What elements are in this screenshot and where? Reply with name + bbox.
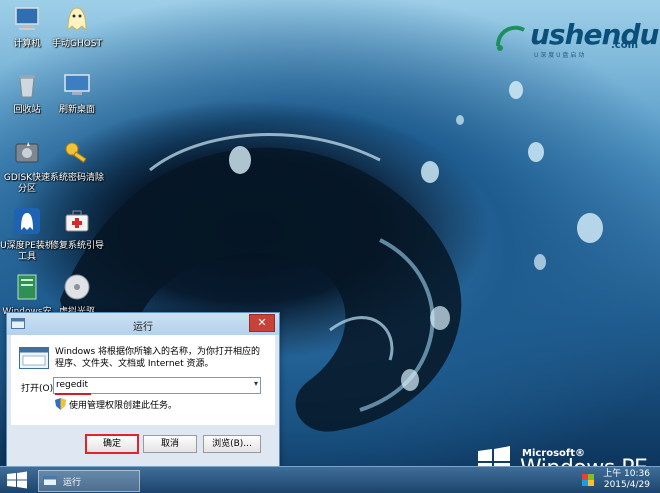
- browse-button[interactable]: 浏览(B)...: [203, 435, 261, 453]
- admin-note: 使用管理权限创建此任务。: [69, 401, 178, 411]
- desktop-icon-refresh-desktop[interactable]: 刷新桌面: [50, 70, 104, 116]
- desktop-icon-label: GDISK快速分区: [3, 173, 51, 194]
- computer-icon: [15, 7, 39, 30]
- optical-disc-icon: [64, 274, 90, 300]
- dialog-titlebar[interactable]: 运行 ✕: [7, 313, 279, 335]
- logo-wordmark: ushendu: [530, 18, 659, 51]
- run-window-icon: [43, 476, 57, 486]
- monitor-icon: [64, 74, 90, 95]
- windows-pe-brand: Microsoft® Windows PE: [476, 446, 656, 466]
- open-label: 打开(O):: [21, 384, 57, 394]
- desktop-icon-label: U深度PE装机工具: [0, 241, 54, 262]
- disk-tool-icon: [15, 142, 39, 163]
- desktop-icon-repair-boot[interactable]: 修复系统引导: [50, 206, 104, 252]
- desktop-icon-label: 修复系统引导: [50, 241, 105, 251]
- desktop-icon-pe-installer[interactable]: U深度PE装机工具: [0, 206, 54, 263]
- desktop-icon-label: 回收站: [13, 105, 41, 115]
- dialog-body: Windows 将根据你所输入的名称，为你打开相应的程序、文件夹、文档或 Int…: [11, 335, 275, 425]
- taskbar-item-label: 运行: [63, 478, 82, 488]
- ushendu-logo: ushendu .com U 深 度 U 盘 启 动: [494, 18, 659, 59]
- start-button[interactable]: [6, 471, 28, 489]
- logo-tagline: U 深 度 U 盘 启 动: [534, 52, 585, 59]
- clock-time: 上午 10:36: [603, 469, 650, 479]
- desktop-icon-manual-ghost[interactable]: 手动GHOST: [50, 4, 104, 50]
- windows-pe-wordmark: Windows PE: [520, 456, 648, 466]
- desktop-icon-label: 计算机: [13, 39, 41, 49]
- desktop-icon-label: 手动GHOST: [51, 39, 103, 49]
- dialog-title: 运行: [133, 322, 153, 333]
- run-dialog: 运行 ✕ Windows 将根据你所输入的名称，为你打开相应的程序、文件夹、文档…: [6, 312, 280, 466]
- recycle-bin-icon: [19, 75, 35, 98]
- close-button[interactable]: ✕: [249, 314, 275, 332]
- desktop-icon-computer[interactable]: 计算机: [0, 4, 54, 50]
- chevron-down-icon[interactable]: ▾: [254, 379, 258, 388]
- dialog-message: Windows 将根据你所输入的名称，为你打开相应的程序、文件夹、文档或 Int…: [55, 347, 261, 369]
- desktop-icon-recycle-bin[interactable]: 回收站: [0, 70, 54, 116]
- ghost-icon: [67, 7, 87, 32]
- logo-domain: .com: [610, 40, 638, 51]
- action-center-flag-icon[interactable]: [582, 474, 594, 486]
- first-aid-kit-icon: [65, 210, 89, 232]
- logo-swirl-icon: [496, 25, 526, 51]
- installer-ghost-icon: [14, 208, 40, 234]
- desktop-icon-label: 系统密码清除: [50, 173, 105, 183]
- cancel-button[interactable]: 取消: [143, 435, 197, 453]
- open-input[interactable]: [54, 378, 238, 391]
- key-icon: [65, 142, 87, 163]
- clock-date: 2015/4/29: [603, 480, 650, 490]
- open-combobox[interactable]: ▾: [53, 377, 261, 394]
- desktop: 计算机 手动GHOST 回收站 刷新桌面 GDISK快速分区 系统密码清除 U深…: [0, 0, 660, 466]
- taskbar-clock[interactable]: 上午 10:36 2015/4/29: [603, 469, 650, 491]
- taskbar-item-run[interactable]: 运行: [38, 470, 140, 492]
- desktop-icon-password-clear[interactable]: 系统密码清除: [50, 138, 104, 184]
- windows-setup-icon: [17, 274, 37, 300]
- ok-button[interactable]: 确定: [85, 434, 139, 454]
- highlight-underline: [55, 393, 91, 395]
- desktop-icon-label: 刷新桌面: [58, 105, 95, 115]
- uac-shield-icon: [55, 398, 66, 410]
- desktop-icon-gdisk[interactable]: GDISK快速分区: [0, 138, 54, 195]
- taskbar: 运行 上午 10:36 2015/4/29: [0, 466, 660, 493]
- run-program-icon: [19, 347, 49, 369]
- windows-logo-icon: [478, 446, 510, 466]
